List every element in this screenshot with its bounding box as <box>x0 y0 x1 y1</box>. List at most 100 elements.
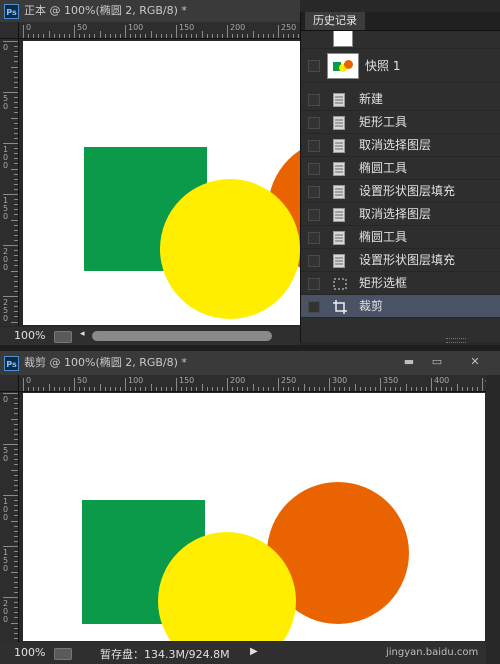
history-item-checkbox[interactable] <box>308 255 320 267</box>
ruler-tick <box>125 378 126 391</box>
ruler-minor-tick <box>63 387 65 391</box>
ruler-minor-tick <box>252 31 254 38</box>
close-button[interactable]: ✕ <box>464 354 486 370</box>
status-info-icon[interactable] <box>54 331 72 343</box>
ruler-minor-tick <box>221 387 223 391</box>
top-horizontal-scrollbar[interactable] <box>92 331 272 341</box>
snapshot-row-original[interactable] <box>301 31 500 49</box>
history-item[interactable]: 新建 <box>301 88 500 111</box>
ruler-corner <box>0 22 19 39</box>
ruler-minor-tick <box>216 387 218 391</box>
ruler-minor-tick <box>11 571 18 573</box>
ruler-minor-tick <box>242 387 244 391</box>
history-item-checkbox[interactable] <box>308 278 320 290</box>
ruler-label: 200 <box>3 247 9 272</box>
ruler-tick <box>3 245 18 246</box>
ruler-label: 50 <box>3 446 9 463</box>
maximize-button[interactable]: ▭ <box>426 354 448 370</box>
ruler-tick <box>329 378 330 391</box>
history-item[interactable]: 取消选择图层 <box>301 134 500 157</box>
snapshot-checkbox[interactable] <box>308 60 320 72</box>
top-zoom-level[interactable]: 100% <box>14 329 45 342</box>
history-item-checkbox[interactable] <box>308 140 320 152</box>
ruler-minor-tick <box>369 387 371 391</box>
ruler-minor-tick <box>84 387 86 391</box>
history-item[interactable]: 取消选择图层 <box>301 203 500 226</box>
history-item[interactable]: 椭圆工具 <box>301 157 500 180</box>
ruler-minor-tick <box>14 183 18 185</box>
ruler-minor-tick <box>14 81 18 83</box>
ruler-tick <box>3 41 18 42</box>
bottom-vertical-ruler[interactable]: 0 50 100 150 200 <box>0 392 19 642</box>
ruler-minor-tick <box>364 387 366 391</box>
history-item[interactable]: 矩形工具 <box>301 111 500 134</box>
thumb-orange-dot <box>344 60 353 69</box>
ruler-minor-tick <box>288 387 290 391</box>
history-item[interactable]: 设置形状图层填充 <box>301 249 500 272</box>
ruler-minor-tick <box>14 464 18 466</box>
history-item-checkbox[interactable] <box>308 186 320 198</box>
history-item[interactable]: 矩形选框 <box>301 272 500 295</box>
ruler-minor-tick <box>14 530 18 532</box>
history-item-checkbox[interactable] <box>308 163 320 175</box>
ruler-tick <box>380 378 381 391</box>
top-horizontal-ruler[interactable]: 0 50 100 150 200 250 <box>19 22 300 39</box>
ruler-tick <box>3 194 18 195</box>
top-canvas[interactable] <box>23 41 300 325</box>
history-item-checkbox[interactable] <box>308 301 320 313</box>
status-info-icon[interactable] <box>54 648 72 660</box>
ruler-minor-tick <box>344 387 346 391</box>
history-item-checkbox[interactable] <box>308 117 320 129</box>
top-window-titlebar[interactable]: Ps 正本 @ 100%(椭圆 2, RGB/8) * <box>0 0 300 23</box>
ruler-minor-tick <box>11 219 18 221</box>
ruler-minor-tick <box>150 384 152 391</box>
status-menu-arrow[interactable]: ▶ <box>250 646 258 657</box>
top-statusbar: 100% ◂ <box>0 327 300 345</box>
snapshot-row[interactable]: 快照 1 <box>301 50 500 83</box>
history-item[interactable]: 裁剪 <box>301 295 500 318</box>
ruler-minor-tick <box>14 153 18 155</box>
ruler-minor-tick <box>11 622 18 624</box>
ruler-minor-tick <box>461 387 463 391</box>
history-item-checkbox[interactable] <box>308 209 320 221</box>
bottom-zoom-level[interactable]: 100% <box>14 646 45 659</box>
ruler-minor-tick <box>262 387 264 391</box>
ruler-minor-tick <box>349 387 351 391</box>
ruler-minor-tick <box>14 474 18 476</box>
ruler-label: 250 <box>281 376 297 385</box>
ruler-minor-tick <box>298 387 300 391</box>
ruler-minor-tick <box>170 34 172 38</box>
bottom-canvas[interactable] <box>23 393 485 641</box>
ruler-minor-tick <box>14 204 18 206</box>
ruler-minor-tick <box>14 214 18 216</box>
history-item-checkbox[interactable] <box>308 232 320 244</box>
ruler-tick <box>3 444 18 445</box>
ruler-minor-tick <box>308 387 310 391</box>
bottom-horizontal-ruler[interactable]: 050100150200250300350400450 <box>19 375 486 392</box>
history-item[interactable]: 椭圆工具 <box>301 226 500 249</box>
scroll-left-arrow[interactable]: ◂ <box>80 329 85 339</box>
ruler-minor-tick <box>14 132 18 134</box>
ruler-minor-tick <box>14 413 18 415</box>
ruler-minor-tick <box>14 433 18 435</box>
marquee-icon <box>333 276 347 290</box>
top-window-title: 正本 @ 100%(椭圆 2, RGB/8) * <box>24 4 187 17</box>
ruler-minor-tick <box>14 71 18 73</box>
ruler-minor-tick <box>11 117 18 119</box>
ruler-minor-tick <box>14 229 18 231</box>
ruler-minor-tick <box>14 449 18 451</box>
history-item[interactable]: 设置形状图层填充 <box>301 180 500 203</box>
ruler-tick <box>482 378 483 391</box>
ruler-minor-tick <box>191 387 193 391</box>
ruler-minor-tick <box>211 387 213 391</box>
bottom-window-titlebar[interactable]: Ps 裁剪 @ 100%(椭圆 2, RGB/8) * ▬ ▭ ✕ <box>0 351 500 376</box>
ruler-minor-tick <box>79 387 81 391</box>
top-vertical-ruler[interactable]: 0 50 100 150 200 250 <box>0 39 19 326</box>
ruler-minor-tick <box>14 250 18 252</box>
panel-resize-grip[interactable] <box>446 338 466 343</box>
history-item-checkbox[interactable] <box>308 94 320 106</box>
ruler-minor-tick <box>247 387 249 391</box>
tab-history[interactable]: 历史记录 <box>305 12 365 30</box>
minimize-button[interactable]: ▬ <box>398 354 420 370</box>
crop-icon <box>333 299 347 314</box>
